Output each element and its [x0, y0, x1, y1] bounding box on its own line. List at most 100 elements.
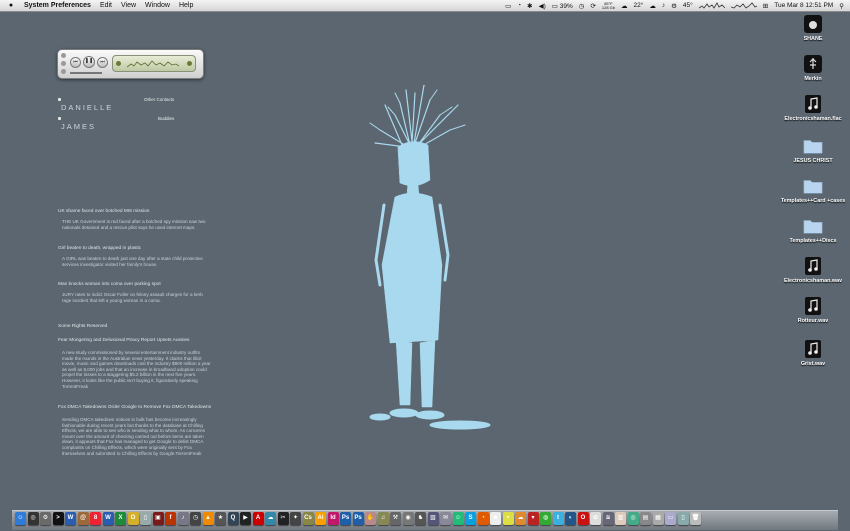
desktop-icon-grist-wav[interactable]: Grist.wav: [778, 339, 848, 368]
cpu-activity-graph[interactable]: [730, 2, 757, 9]
desktop-icon-electronicshaman-flac[interactable]: Electronicshaman.flac: [778, 94, 848, 123]
desktop-icon-electronicshaman-wav[interactable]: Electronicshaman.wav: [778, 256, 848, 285]
sync-icon[interactable]: ⟳: [590, 2, 595, 10]
dock-vlc-icon[interactable]: ▲: [202, 512, 214, 525]
dock-dashboard-icon[interactable]: ◎: [27, 512, 39, 525]
dock-disk-utility-icon[interactable]: ◉: [402, 512, 414, 525]
dock-app-dark-icon[interactable]: ▶: [240, 512, 251, 525]
dock-photoshop-icon[interactable]: Ps: [340, 512, 351, 525]
dock-tools-app-icon[interactable]: ⚒: [390, 512, 401, 525]
dock-star-app-icon[interactable]: ✦: [290, 512, 301, 525]
dock-ipod-icon[interactable]: ▯: [140, 512, 151, 525]
app-menu[interactable]: System Preferences: [24, 2, 91, 9]
desktop-icon-rotteur-wav[interactable]: Rotteur.wav: [778, 296, 848, 325]
display-icon[interactable]: ▭: [505, 2, 511, 10]
cloud-sync-icon[interactable]: ☁: [649, 2, 656, 10]
dock-firefox-icon[interactable]: ◔: [477, 512, 489, 525]
dock-cloud-app-icon[interactable]: ☁: [515, 512, 526, 525]
group-other-contacts[interactable]: Other Contacts: [144, 97, 174, 102]
dock-flash-icon[interactable]: f: [165, 512, 176, 525]
dock-twitter-icon[interactable]: t: [552, 512, 564, 525]
news-headline[interactable]: UK shame faced over botched MI6 mission: [58, 209, 149, 215]
track-display[interactable]: [112, 55, 196, 72]
dock-address-book-icon[interactable]: @: [77, 512, 89, 525]
desktop-icon-merkin[interactable]: Merkin: [778, 54, 848, 83]
itunes-status-icon[interactable]: ♪: [662, 2, 665, 9]
dock-cut-app-icon[interactable]: ✂: [277, 512, 289, 525]
dock-opera-icon[interactable]: O: [577, 512, 589, 525]
dock-skype-icon[interactable]: S: [465, 512, 476, 525]
next-track-button[interactable]: ⏭: [97, 57, 108, 68]
widget-zoom-control[interactable]: [61, 69, 66, 74]
dock-ical-icon[interactable]: 8: [90, 512, 101, 525]
feed-headline[interactable]: Fox DMCA Takedowns Order Google to Remov…: [58, 405, 211, 411]
news-headline[interactable]: Man knocks woman into coma over parking …: [58, 282, 161, 288]
dock-calendar-grid-icon[interactable]: ▦: [652, 512, 664, 525]
dock-system-preferences-icon[interactable]: ⚙: [40, 512, 51, 525]
dock-trash-icon[interactable]: 🗑: [690, 512, 701, 525]
dock-downloads-stack-icon[interactable]: ▯: [677, 512, 689, 525]
weather-temp[interactable]: 22°: [634, 2, 644, 9]
dock-app-white-icon[interactable]: ✿: [590, 512, 601, 525]
desktop-icon-jesus-christ[interactable]: JESUS CHRIST: [778, 136, 848, 165]
bluetooth-icon[interactable]: ✱: [527, 2, 532, 10]
contact-danielle[interactable]: DANIELLE: [61, 103, 113, 112]
airport-icon[interactable]: ◔: [517, 2, 521, 9]
dock-imovie-icon[interactable]: ★: [215, 512, 226, 525]
dock-time-machine-icon[interactable]: ◷: [190, 512, 201, 525]
previous-track-button[interactable]: ⏮: [70, 57, 81, 68]
contact-james[interactable]: JAMES: [61, 122, 96, 131]
dock-photoshop-2-icon[interactable]: Ps: [352, 512, 364, 525]
volume-slider[interactable]: [70, 72, 102, 74]
weather-icon[interactable]: ☁: [621, 2, 628, 10]
dock-terminal-icon[interactable]: >: [52, 512, 64, 525]
spotlight-icon[interactable]: ⚲: [839, 2, 844, 10]
feed-title[interactable]: Some Rights Reserved: [58, 324, 107, 330]
news-headline[interactable]: Girl beaten to death, wrapped in plastic: [58, 246, 141, 252]
dock-burn-app-icon[interactable]: ◓: [502, 512, 514, 525]
dock-ichat-icon[interactable]: ☺: [452, 512, 464, 525]
gear-status-icon[interactable]: ⚙: [671, 2, 677, 10]
desktop-icon-templates-card-cases[interactable]: Templates++Card +cases: [778, 176, 848, 205]
dock-app-blue-icon[interactable]: ◐: [565, 512, 576, 525]
dock-word-icon[interactable]: W: [65, 512, 76, 525]
dock-hand-app-icon[interactable]: ✋: [365, 512, 376, 525]
dock-ring-icon[interactable]: O: [127, 512, 139, 525]
menu-view[interactable]: View: [121, 2, 136, 9]
dock-cs-app-icon[interactable]: Cs: [302, 512, 314, 525]
dock-sticky-app-icon[interactable]: ▥: [615, 512, 626, 525]
menu-window[interactable]: Window: [145, 2, 170, 9]
menubar-clock[interactable]: Tue Mar 8 12:51 PM: [774, 2, 833, 9]
dock-word-alt-icon[interactable]: W: [102, 512, 114, 525]
time-machine-icon[interactable]: ◷: [579, 2, 585, 10]
desktop-icon-templates-discs[interactable]: Templates++Discs: [778, 216, 848, 245]
widget-minimize-control[interactable]: [61, 61, 66, 66]
dock-photo-booth-icon[interactable]: ▣: [152, 512, 164, 525]
apple-menu-icon[interactable]: ●: [6, 2, 16, 9]
dock-chrome-alt-icon[interactable]: ◎: [627, 512, 639, 525]
dock-finder-icon[interactable]: ☺: [15, 512, 26, 525]
dock-preview-icon[interactable]: ▧: [427, 512, 439, 525]
input-menu-icon[interactable]: ⊞: [763, 2, 768, 10]
menu-help[interactable]: Help: [179, 2, 193, 9]
play-pause-button[interactable]: ❚❚: [83, 56, 95, 68]
widget-close-control[interactable]: [61, 53, 66, 58]
dock-skype-alt-icon[interactable]: ☁: [265, 512, 276, 525]
dock-itunes-icon[interactable]: ♪: [177, 512, 189, 525]
battery-status[interactable]: ▭ 39%: [552, 2, 573, 10]
feed-headline[interactable]: Fear Mongering and Delusional Piracy Rep…: [58, 338, 189, 344]
group-buddies[interactable]: Buddies: [158, 116, 174, 121]
dock-excel-icon[interactable]: X: [115, 512, 126, 525]
dock-transmission-icon[interactable]: ▾: [527, 512, 539, 525]
dock-acrobat-icon[interactable]: A: [252, 512, 264, 525]
dock-panda-app-icon[interactable]: ☻: [490, 512, 501, 525]
dock-scroll-app-icon[interactable]: ≋: [602, 512, 614, 525]
dock-mail-app-icon[interactable]: ✉: [440, 512, 451, 525]
network-activity-graph[interactable]: [698, 2, 725, 9]
cpu-temp[interactable]: 45°: [683, 2, 693, 9]
dock-quicktime-icon[interactable]: Q: [227, 512, 239, 525]
desktop-icon-shane[interactable]: SHANE: [778, 14, 848, 43]
dock-app-green-icon[interactable]: ◍: [540, 512, 551, 525]
dock-chess-app-icon[interactable]: ♞: [415, 512, 426, 525]
dock-guitar-app-icon[interactable]: ♫: [377, 512, 389, 525]
